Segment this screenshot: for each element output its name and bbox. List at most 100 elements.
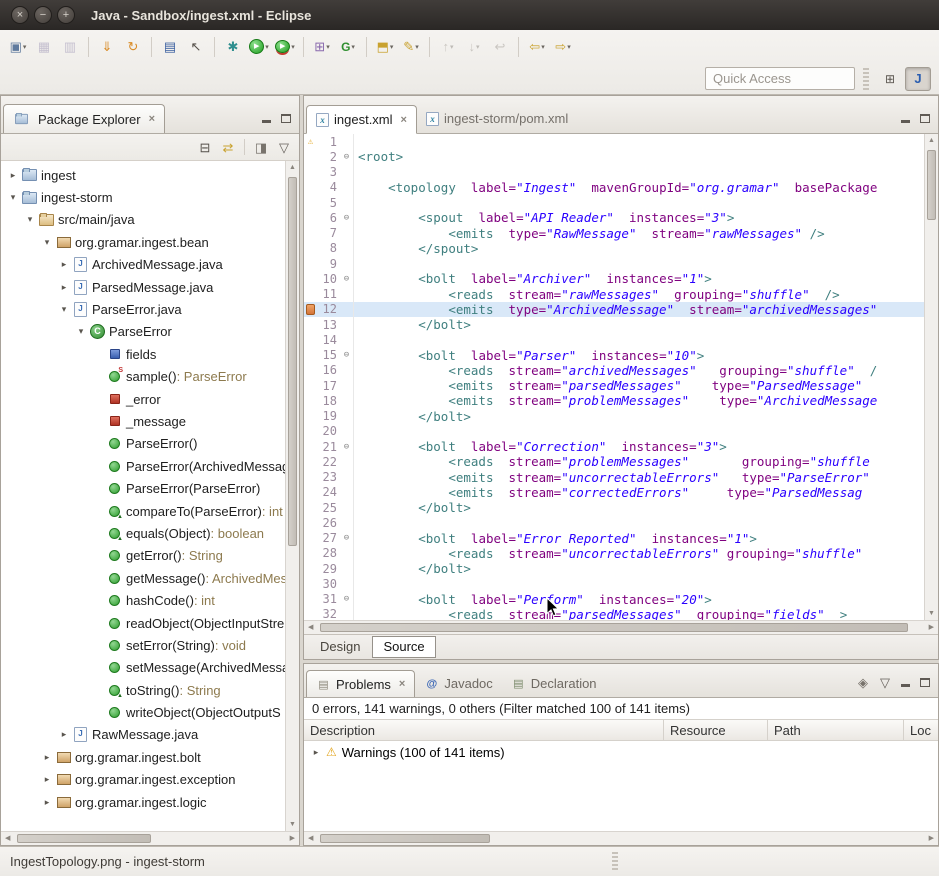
code-line-9[interactable]: 9 [304, 256, 924, 271]
console-button[interactable]: ▤ [158, 35, 182, 59]
scroll-left-icon[interactable]: ◀ [308, 624, 313, 631]
link-with-editor-button[interactable]: ⇄ [217, 137, 239, 158]
editor-tab-ingest-xml[interactable]: ingest.xml× [306, 105, 417, 134]
forward-button[interactable]: ⇨▾ [551, 35, 575, 59]
twistie-right-icon[interactable]: ▸ [39, 774, 55, 785]
tree-item-parseerror[interactable]: ParseError() [1, 433, 285, 455]
tree-item-parseerror-java[interactable]: ▾ParseError.java [1, 298, 285, 320]
fold-collapse-icon[interactable]: ⊖ [340, 210, 354, 225]
tab-problems[interactable]: ▤Problems× [306, 670, 415, 697]
column-header-path[interactable]: Path [768, 720, 904, 740]
minimize-button[interactable]: − [34, 6, 52, 24]
package-explorer-horizontal-scrollbar[interactable]: ◀ ▶ [1, 831, 299, 845]
editor-vertical-scrollbar[interactable]: ▲ ▼ [924, 134, 938, 620]
code-line-8[interactable]: 8 </spout> [304, 241, 924, 256]
column-header-resource[interactable]: Resource [664, 720, 768, 740]
tree-item-parseerror[interactable]: ▾ParseError [1, 321, 285, 343]
close-icon[interactable]: × [399, 678, 405, 690]
problems-row[interactable]: ▸⚠Warnings (100 of 141 items) [304, 741, 938, 763]
column-header-description[interactable]: Description [304, 720, 664, 740]
highlight-button[interactable]: ✎▾ [399, 35, 423, 59]
tree-item-compareto-parseerror[interactable]: compareTo(ParseError) : int [1, 500, 285, 522]
java-perspective-button[interactable]: J [905, 67, 931, 91]
back-button[interactable]: ⇦▾ [525, 35, 549, 59]
fold-collapse-icon[interactable]: ⊖ [340, 439, 354, 454]
tab-design[interactable]: Design [310, 637, 370, 657]
refresh-button[interactable]: ↻ [121, 35, 145, 59]
open-task-button[interactable]: ⬒▾ [373, 35, 397, 59]
tree-item-org-gramar-ingest-bean[interactable]: ▾org.gramar.ingest.bean [1, 231, 285, 253]
code-line-17[interactable]: 17 <emits stream="parsedMessages" type="… [304, 378, 924, 393]
view-menu-button[interactable]: ▽ [874, 672, 896, 693]
tree-item-parseerror-archivedmessag[interactable]: ParseError(ArchivedMessag [1, 455, 285, 477]
code-line-6[interactable]: 6⊖ <spout label="API Reader" instances="… [304, 210, 924, 225]
tab-declaration[interactable]: ▤Declaration [502, 670, 606, 697]
maximize-button[interactable]: + [57, 6, 75, 24]
tree-item-getmessage[interactable]: getMessage() : ArchivedMes [1, 567, 285, 589]
server-button[interactable]: G▾ [336, 35, 360, 59]
code-line-16[interactable]: 16 <reads stream="archivedMessages" grou… [304, 363, 924, 378]
last-edit-location-button[interactable]: ↩ [488, 35, 512, 59]
tree-item-sample[interactable]: sample() : ParseError [1, 366, 285, 388]
scrollbar-thumb[interactable] [17, 834, 151, 843]
new-java-project-button[interactable]: ⊞▾ [310, 35, 334, 59]
code-line-4[interactable]: 4 <topology label="Ingest" mavenGroupId=… [304, 180, 924, 195]
code-line-21[interactable]: 21⊖ <bolt label="Correction" instances="… [304, 439, 924, 454]
tree-item-parsedmessage-java[interactable]: ▸ParsedMessage.java [1, 276, 285, 298]
twistie-right-icon[interactable]: ▸ [56, 282, 72, 293]
scroll-down-icon[interactable]: ▼ [928, 610, 935, 617]
tree-item-parseerror-parseerror[interactable]: ParseError(ParseError) [1, 477, 285, 499]
tab-javadoc[interactable]: @Javadoc [415, 670, 501, 697]
twistie-right-icon[interactable]: ▸ [56, 729, 72, 740]
tree-item-readobject-objectinputstre[interactable]: readObject(ObjectInputStre [1, 612, 285, 634]
tree-item-setmessage-archivedmessa[interactable]: setMessage(ArchivedMessa [1, 657, 285, 679]
scroll-left-icon[interactable]: ◀ [308, 835, 313, 842]
scroll-right-icon[interactable]: ▶ [929, 835, 934, 842]
previous-annotation-button[interactable]: ↑▾ [436, 35, 460, 59]
code-line-25[interactable]: 25 </bolt> [304, 500, 924, 515]
twistie-down-icon[interactable]: ▾ [56, 304, 72, 315]
package-explorer-vertical-scrollbar[interactable]: ▲ ▼ [285, 161, 299, 831]
code-line-26[interactable]: 26 [304, 515, 924, 530]
code-line-19[interactable]: 19 </bolt> [304, 409, 924, 424]
code-line-14[interactable]: 14 [304, 332, 924, 347]
external-tools-button[interactable]: ▶▾ [273, 35, 297, 59]
fold-collapse-icon[interactable]: ⊖ [340, 271, 354, 286]
tab-package-explorer[interactable]: Package Explorer × [3, 104, 165, 133]
editor-horizontal-scrollbar[interactable]: ◀ ▶ [304, 620, 938, 634]
tree-item-tostring[interactable]: toString() : String [1, 679, 285, 701]
code-line-29[interactable]: 29 </bolt> [304, 561, 924, 576]
problems-horizontal-scrollbar[interactable]: ◀ ▶ [304, 831, 938, 845]
tree-item-hashcode[interactable]: hashCode() : int [1, 589, 285, 611]
tree-item-archivedmessage-java[interactable]: ▸ArchivedMessage.java [1, 254, 285, 276]
tree-item-rawmessage-java[interactable]: ▸RawMessage.java [1, 724, 285, 746]
code-line-5[interactable]: 5 [304, 195, 924, 210]
twistie-down-icon[interactable]: ▾ [73, 326, 89, 337]
close-icon[interactable]: × [149, 113, 155, 125]
code-line-11[interactable]: 11 <reads stream="rawMessages" grouping=… [304, 287, 924, 302]
tree-item-ingest[interactable]: ▸ingest [1, 164, 285, 186]
twistie-right-icon[interactable]: ▸ [39, 752, 55, 763]
collapse-all-button[interactable]: ⊟ [194, 137, 216, 158]
code-lines[interactable]: ⚠12⊖<root>34 <topology label="Ingest" ma… [304, 134, 924, 620]
tree-item-equals-object[interactable]: equals(Object) : boolean [1, 522, 285, 544]
minimize-view-button[interactable] [257, 109, 275, 127]
tree-item-org-gramar-ingest-exception[interactable]: ▸org.gramar.ingest.exception [1, 769, 285, 791]
debug-button[interactable]: ✱ [221, 35, 245, 59]
code-line-3[interactable]: 3 [304, 165, 924, 180]
code-line-2[interactable]: 2⊖<root> [304, 149, 924, 164]
code-line-27[interactable]: 27⊖ <bolt label="Error Reported" instanc… [304, 531, 924, 546]
quick-access-input[interactable] [705, 67, 855, 90]
fold-collapse-icon[interactable]: ⊖ [340, 592, 354, 607]
open-perspective-button[interactable]: ⊞ [877, 67, 903, 91]
next-annotation-button[interactable]: ↓▾ [462, 35, 486, 59]
column-header-loc[interactable]: Loc [904, 720, 938, 740]
scrollbar-thumb[interactable] [320, 834, 490, 843]
tree-item-writeobject-objectoutputs[interactable]: writeObject(ObjectOutputS [1, 701, 285, 723]
expand-arrow-icon[interactable]: ▸ [308, 747, 324, 758]
focus-button[interactable]: ◨ [250, 137, 272, 158]
minimize-editor-button[interactable] [896, 109, 914, 127]
run-button[interactable]: ▶▾ [247, 35, 271, 59]
view-menu-button[interactable]: ▽ [273, 137, 295, 158]
code-line-13[interactable]: 13 </bolt> [304, 317, 924, 332]
